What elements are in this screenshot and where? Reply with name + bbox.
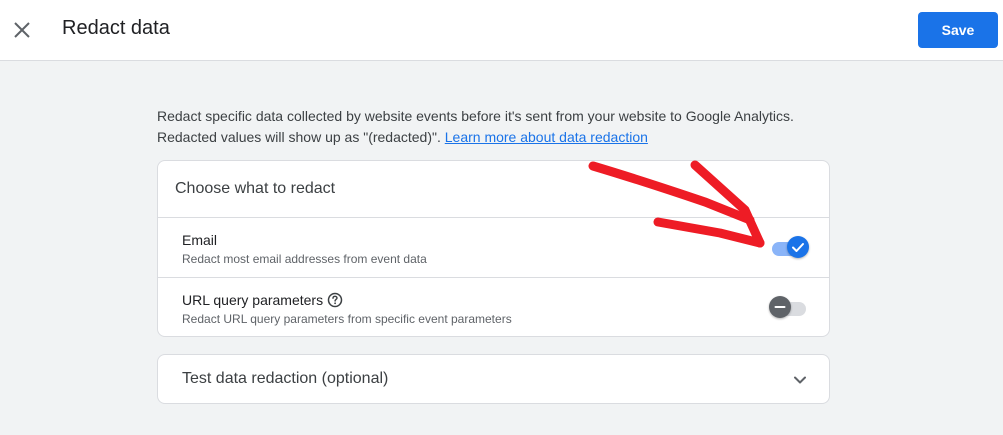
email-redaction-toggle[interactable] [769,236,809,260]
toggle-knob [787,236,809,258]
option-desc-email: Redact most email addresses from event d… [182,252,427,266]
url-query-redaction-toggle[interactable] [769,296,809,320]
close-icon[interactable] [10,18,34,42]
redact-option-url-query: URL query parameters Redact URL query pa… [158,277,829,337]
top-bar: Redact data Save [0,0,1003,61]
card-header-title: Choose what to redact [175,180,336,197]
minus-icon [774,306,786,308]
option-title-email: Email [182,232,218,248]
chevron-down-icon[interactable] [790,370,810,395]
intro-line-1: Redact specific data collected by websit… [157,108,794,124]
learn-more-link[interactable]: Learn more about data redaction [445,129,648,145]
check-icon [792,243,804,252]
option-title-url-text: URL query parameters [182,292,324,308]
redact-option-email: Email Redact most email addresses from e… [158,218,829,277]
test-redaction-label: Test data redaction (optional) [182,370,389,387]
test-redaction-panel[interactable]: Test data redaction (optional) [157,354,830,404]
intro-text: Redact specific data collected by websit… [157,106,847,148]
intro-line-2: Redacted values will show up as "(redact… [157,129,445,145]
redact-options-card: Choose what to redact Email Redact most … [157,160,830,337]
option-title-url: URL query parameters [182,292,343,311]
page-title: Redact data [62,17,170,39]
save-button[interactable]: Save [918,12,998,48]
card-header: Choose what to redact [158,161,829,218]
option-desc-url: Redact URL query parameters from specifi… [182,312,512,326]
help-circle-icon[interactable] [327,292,343,311]
toggle-knob [769,296,791,318]
